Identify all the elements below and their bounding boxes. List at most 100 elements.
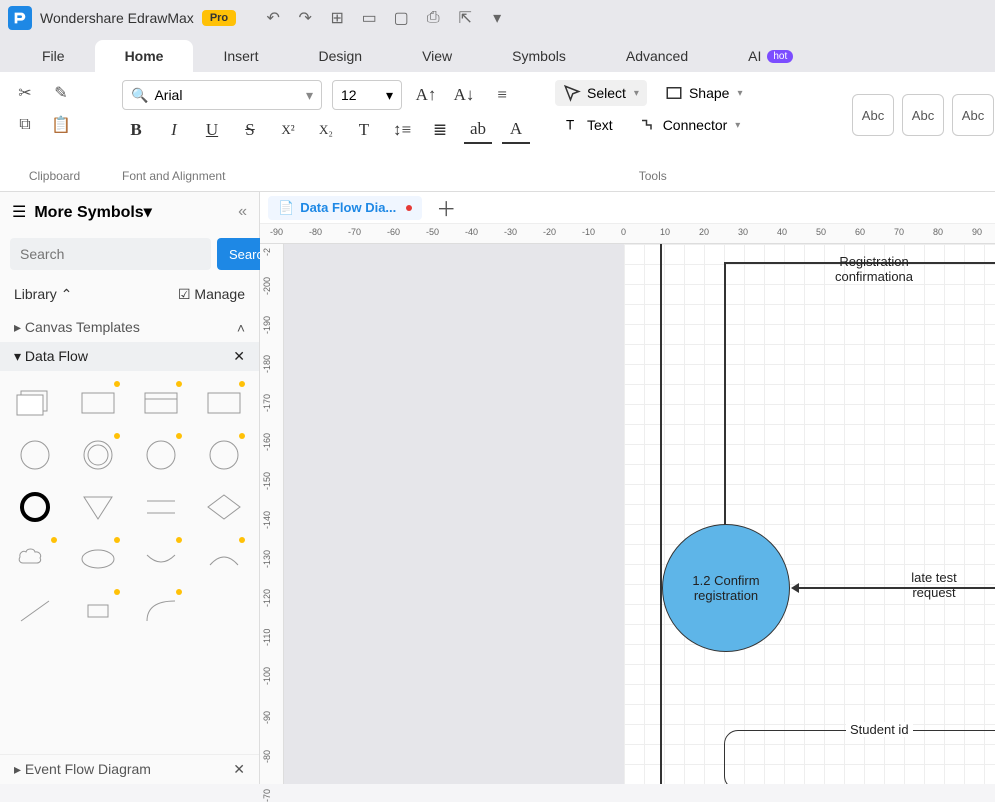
label-registration[interactable]: Registration confirmationa bbox=[814, 254, 934, 284]
menu-design[interactable]: Design bbox=[288, 40, 392, 72]
shape-empty[interactable] bbox=[196, 589, 251, 633]
library-link[interactable]: Library ⌃ bbox=[14, 286, 72, 303]
font-color-button[interactable]: A bbox=[502, 116, 530, 144]
undo-icon[interactable]: ↶ bbox=[264, 9, 282, 27]
style-preset-2[interactable]: Abc bbox=[902, 94, 944, 136]
shape-ellipse[interactable] bbox=[71, 537, 126, 581]
shape-palette bbox=[0, 371, 259, 643]
bold-button[interactable]: B bbox=[122, 116, 150, 144]
canvas[interactable]: Registration confirmationa 1.2 Confirm r… bbox=[284, 244, 995, 784]
connector-tool[interactable]: Connector▾ bbox=[631, 112, 749, 138]
text-case-button[interactable]: T bbox=[350, 116, 378, 144]
collapse-sidebar-icon[interactable]: « bbox=[238, 203, 247, 221]
underline-button[interactable]: U bbox=[198, 116, 226, 144]
titlebar: Wondershare EdrawMax Pro ↶ ↷ ⊞ ▭ ▢ ⎙ ⇱ ▾ bbox=[0, 0, 995, 36]
shape-circle-2[interactable] bbox=[134, 433, 189, 477]
close-icon[interactable]: ✕ bbox=[233, 348, 245, 365]
save-icon[interactable]: ▢ bbox=[392, 9, 410, 27]
doc-icon: 📄 bbox=[278, 200, 294, 216]
print-icon[interactable]: ⎙ bbox=[424, 9, 442, 27]
label-late-test[interactable]: late test request bbox=[889, 570, 979, 600]
shape-parallel-lines[interactable] bbox=[134, 485, 189, 529]
increase-font-icon[interactable]: A↑ bbox=[412, 81, 440, 109]
tools-label: Tools bbox=[555, 165, 750, 183]
shape-bold-circle[interactable] bbox=[8, 485, 63, 529]
subscript-button[interactable]: X₂ bbox=[312, 116, 340, 144]
node-bottom-rect[interactable] bbox=[724, 730, 995, 784]
shape-circle[interactable] bbox=[8, 433, 63, 477]
open-icon[interactable]: ▭ bbox=[360, 9, 378, 27]
shape-circle-3[interactable] bbox=[196, 433, 251, 477]
menu-symbols[interactable]: Symbols bbox=[482, 40, 596, 72]
italic-button[interactable]: I bbox=[160, 116, 188, 144]
menu-advanced[interactable]: Advanced bbox=[596, 40, 718, 72]
ribbon: ✂ ✎ ⧉ 📋 Clipboard 🔍 Arial ▾ 12 ▾ bbox=[0, 72, 995, 192]
shape-small-rect[interactable] bbox=[71, 589, 126, 633]
menu-home[interactable]: Home bbox=[95, 40, 194, 72]
section-data-flow[interactable]: ▾ Data Flow✕ bbox=[0, 342, 259, 371]
shape-arc-down[interactable] bbox=[134, 537, 189, 581]
export-icon[interactable]: ⇱ bbox=[456, 9, 474, 27]
section-canvas-templates[interactable]: ▸ Canvas Templates˄ bbox=[0, 313, 259, 342]
close-icon[interactable]: ✕ bbox=[233, 761, 245, 778]
shape-rect[interactable] bbox=[71, 381, 126, 425]
font-alignment-label: Font and Alignment bbox=[122, 165, 530, 183]
style-preset-3[interactable]: Abc bbox=[952, 94, 994, 136]
doc-tab-name: Data Flow Dia... bbox=[300, 200, 396, 215]
shape-arc-up[interactable] bbox=[196, 537, 251, 581]
sidebar: ☰ More Symbols▾ « Search Library ⌃ ☑ Man… bbox=[0, 192, 260, 784]
format-painter-icon[interactable]: ✎ bbox=[48, 80, 74, 106]
manage-link[interactable]: ☑ Manage bbox=[178, 286, 245, 303]
shape-line[interactable] bbox=[8, 589, 63, 633]
menu-view[interactable]: View bbox=[392, 40, 482, 72]
more-icon[interactable]: ▾ bbox=[488, 9, 506, 27]
sidebar-title[interactable]: More Symbols▾ bbox=[34, 202, 230, 222]
cut-icon[interactable]: ✂ bbox=[12, 80, 38, 106]
decrease-font-icon[interactable]: A↓ bbox=[450, 81, 478, 109]
font-size-select[interactable]: 12 ▾ bbox=[332, 80, 402, 110]
text-tool[interactable]: T Text bbox=[555, 112, 621, 138]
shape-tool[interactable]: Shape▾ bbox=[657, 80, 751, 106]
label-student-id[interactable]: Student id bbox=[846, 722, 913, 737]
connector-label: Connector bbox=[663, 117, 728, 133]
symbol-search-input[interactable] bbox=[10, 238, 211, 270]
app-logo bbox=[8, 6, 32, 30]
shape-cloud[interactable] bbox=[8, 537, 63, 581]
menu-ai[interactable]: AI hot bbox=[718, 40, 823, 72]
strike-button[interactable]: S bbox=[236, 116, 264, 144]
shape-rect-2[interactable] bbox=[196, 381, 251, 425]
menubar: File Home Insert Design View Symbols Adv… bbox=[0, 36, 995, 72]
document-tab[interactable]: 📄 Data Flow Dia... bbox=[268, 196, 422, 220]
clipboard-label: Clipboard bbox=[12, 165, 97, 183]
font-family-select[interactable]: 🔍 Arial ▾ bbox=[122, 80, 322, 110]
shape-double-circle[interactable] bbox=[71, 433, 126, 477]
align-icon[interactable]: ≡ bbox=[488, 81, 516, 109]
select-tool[interactable]: Select▾ bbox=[555, 80, 647, 106]
paste-icon[interactable]: 📋 bbox=[48, 112, 74, 138]
line-spacing-button[interactable]: ↕≡ bbox=[388, 116, 416, 144]
highlight-button[interactable]: ab bbox=[464, 116, 492, 144]
add-tab-button[interactable]: ＋ bbox=[430, 193, 462, 222]
text-label: Text bbox=[587, 117, 613, 133]
shape-diamond[interactable] bbox=[196, 485, 251, 529]
pro-badge: Pro bbox=[202, 10, 236, 26]
chevron-down-icon: ▾ bbox=[386, 87, 393, 104]
new-icon[interactable]: ⊞ bbox=[328, 9, 346, 27]
superscript-button[interactable]: X² bbox=[274, 116, 302, 144]
style-preset-1[interactable]: Abc bbox=[852, 94, 894, 136]
shape-curve[interactable] bbox=[134, 589, 189, 633]
redo-icon[interactable]: ↷ bbox=[296, 9, 314, 27]
section-event-flow[interactable]: ▸ Event Flow Diagram✕ bbox=[0, 754, 259, 784]
stack-icon: ☰ bbox=[12, 202, 26, 222]
shape-triangle[interactable] bbox=[71, 485, 126, 529]
menu-file[interactable]: File bbox=[12, 40, 95, 72]
ruler-vertical: -2-200-190-180-170-160-150-140-130-120-1… bbox=[260, 244, 284, 784]
bullet-list-button[interactable]: ≣ bbox=[426, 116, 454, 144]
select-label: Select bbox=[587, 85, 626, 101]
copy-icon[interactable]: ⧉ bbox=[12, 112, 38, 138]
shape-stacked-rect[interactable] bbox=[8, 381, 63, 425]
node-confirm-registration[interactable]: 1.2 Confirm registration bbox=[662, 524, 790, 652]
shape-rect-header[interactable] bbox=[134, 381, 189, 425]
menu-insert[interactable]: Insert bbox=[193, 40, 288, 72]
page-edge bbox=[660, 244, 662, 784]
